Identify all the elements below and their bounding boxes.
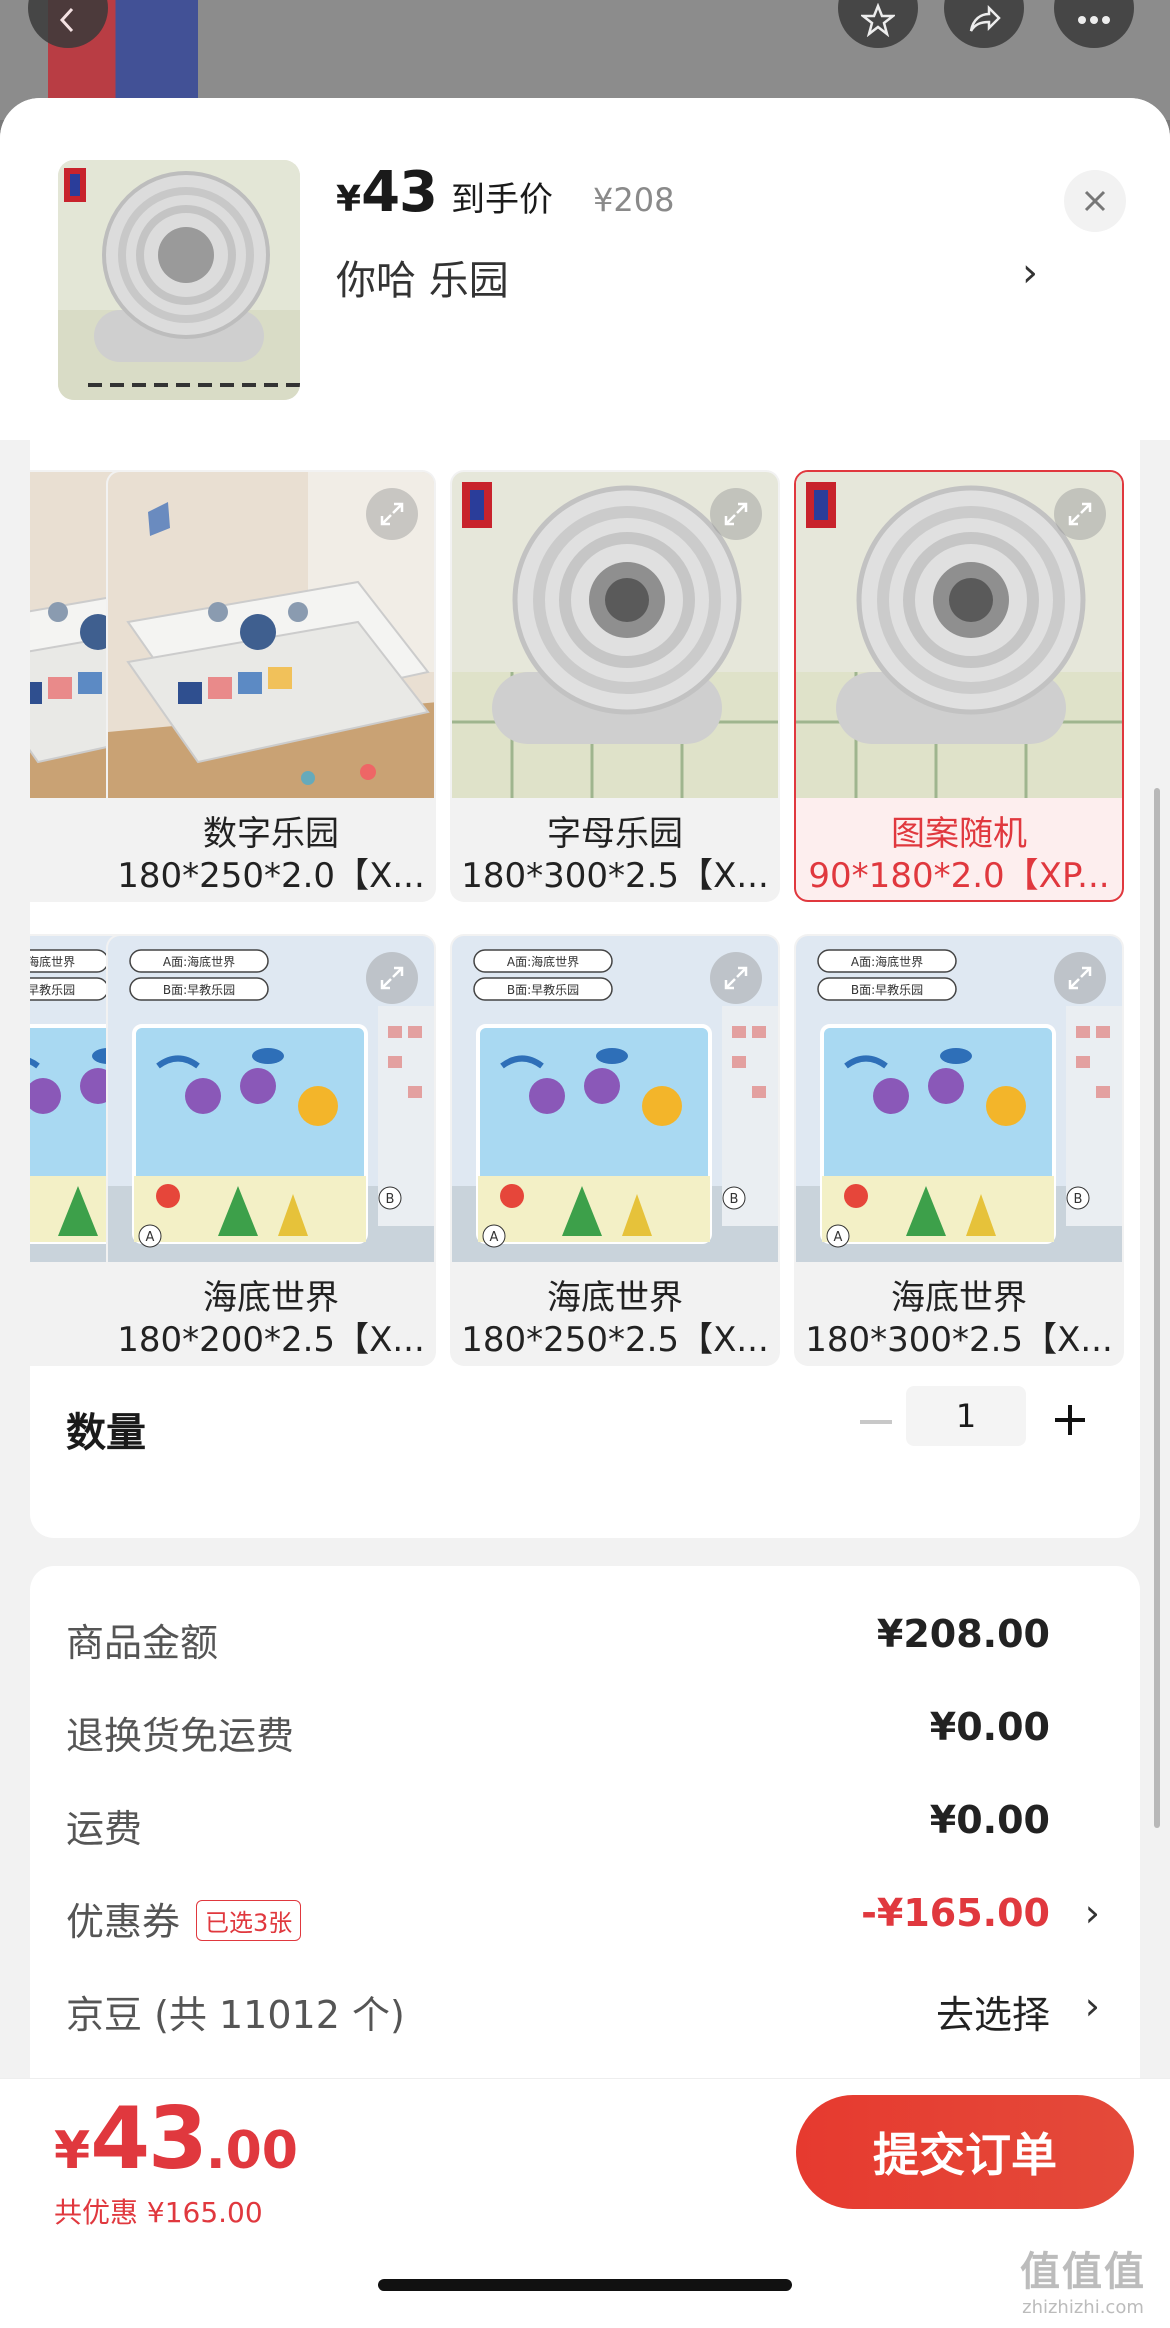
more-icon[interactable] xyxy=(1054,0,1134,48)
shipping-fee-value: ¥0.00 xyxy=(929,1798,1050,1842)
expand-icon[interactable] xyxy=(1054,952,1106,1004)
expand-icon[interactable] xyxy=(366,488,418,540)
total-decimal: .00 xyxy=(205,2121,298,2181)
close-button[interactable] xyxy=(1064,170,1126,232)
svg-text:A面:海底世界: A面:海底世界 xyxy=(507,954,579,969)
minus-icon xyxy=(860,1420,892,1424)
quantity-label: 数量 xyxy=(66,1410,146,1456)
expand-icon[interactable] xyxy=(710,952,762,1004)
final-price: 43 xyxy=(361,160,438,225)
watermark: 值值值 zhizhizhi.com xyxy=(1020,2239,1146,2318)
expand-icon[interactable] xyxy=(1054,488,1106,540)
plus-icon xyxy=(1055,1405,1085,1435)
chevron-right-icon: › xyxy=(1084,1891,1100,1935)
svg-text:B面:早教乐园: B面:早教乐园 xyxy=(851,982,923,997)
checkout-bar: ¥43.00 共优惠 ¥165.00 提交订单 值值值 zhizhizhi.co… xyxy=(0,2078,1170,2328)
shipping-fee-label: 运费 xyxy=(66,1807,143,1851)
expand-icon[interactable] xyxy=(710,488,762,540)
svg-text:A: A xyxy=(146,1230,155,1245)
quantity-input[interactable]: 1 xyxy=(906,1386,1026,1446)
svg-text:A面:海底世界: A面:海底世界 xyxy=(30,954,75,969)
jd-beans-row[interactable]: 京豆 (共 11012 个) 去选择 › xyxy=(66,1978,1140,2038)
submit-order-button[interactable]: 提交订单 xyxy=(796,2095,1134,2209)
return-shipping-value: ¥0.00 xyxy=(929,1705,1050,1749)
share-icon[interactable] xyxy=(944,0,1024,48)
chevron-right-icon: › xyxy=(1084,1984,1100,2028)
variant-spec: 180*300*2.5【X... xyxy=(461,856,769,896)
expand-icon[interactable] xyxy=(366,952,418,1004)
quantity-decrease-button[interactable] xyxy=(846,1392,906,1452)
variant-tile[interactable]: 字母乐园 180*300*2.5【X... xyxy=(450,470,780,902)
original-price: ¥208 xyxy=(593,181,675,219)
coupon-count-badge: 已选3张 xyxy=(196,1900,302,1941)
shipping-fee-row: 运费 ¥0.00 xyxy=(66,1792,1140,1852)
svg-text:B面:早教乐园: B面:早教乐园 xyxy=(507,982,579,997)
variant-tile-selected[interactable]: 图案随机 90*180*2.0【XP... xyxy=(794,470,1124,902)
variant-spec: 90*180*2.0【XP... xyxy=(808,856,1110,896)
coupon-discount-value: -¥165.00 xyxy=(861,1891,1050,1935)
goods-amount-label: 商品金额 xyxy=(66,1621,219,1665)
svg-text:A面:海底世界: A面:海底世界 xyxy=(163,954,235,969)
svg-text:A面:海底世界: A面:海底世界 xyxy=(851,954,923,969)
variant-tile[interactable]: A面:海底世界 B面:早教乐园 A B 海底世界 180*200*2.5【X... xyxy=(106,934,436,1366)
watermark-url: zhizhizhi.com xyxy=(1022,2297,1144,2318)
total-price: ¥43.00 xyxy=(54,2089,298,2189)
variant-spec: 180*200*2.5【X... xyxy=(117,1320,425,1360)
coupon-label-group: 优惠券 已选3张 xyxy=(66,1891,302,1946)
scrollbar[interactable] xyxy=(1154,788,1160,1828)
coupon-label: 优惠券 xyxy=(66,1900,181,1944)
selected-product-thumbnail[interactable] xyxy=(58,160,300,400)
close-icon xyxy=(1084,190,1106,212)
return-shipping-label: 退换货免运费 xyxy=(66,1714,295,1758)
watermark-logo-text: 值值值 xyxy=(1020,2249,1146,2295)
total-discount: 共优惠 ¥165.00 xyxy=(54,2196,263,2229)
quantity-increase-button[interactable] xyxy=(1040,1390,1100,1450)
total-currency: ¥ xyxy=(54,2121,91,2181)
total-integer: 43 xyxy=(90,2089,208,2189)
coupon-row[interactable]: 优惠券 已选3张 -¥165.00 › xyxy=(66,1885,1140,1945)
sku-selector-sheet: ¥ 43 到手价 ¥208 你哈 乐园 › X...数字乐园180*250*2.… xyxy=(0,98,1170,2328)
variant-spec: 180*250*2.5【X... xyxy=(461,1320,769,1360)
variant-tile[interactable]: 数字乐园 180*250*2.0【X... xyxy=(106,470,436,902)
svg-text:B面:早教乐园: B面:早教乐园 xyxy=(163,982,235,997)
svg-text:B面:早教乐园: B面:早教乐园 xyxy=(30,982,75,997)
jd-beans-select: 去选择 xyxy=(935,1993,1050,2037)
price-currency: ¥ xyxy=(336,179,362,220)
selected-variant-name[interactable]: 你哈 乐园 xyxy=(336,248,509,306)
variant-grid: X...数字乐园180*250*2.0【X...字母乐园180*300*2.5【… xyxy=(30,440,1140,1538)
svg-text:B: B xyxy=(730,1192,739,1207)
chevron-right-icon[interactable]: › xyxy=(1022,250,1038,296)
jd-beans-label: 京豆 (共 11012 个) xyxy=(66,1993,405,2037)
variant-tile[interactable]: A面:海底世界 B面:早教乐园 A B 海底世界 180*250*2.5【X... xyxy=(450,934,780,1366)
sheet-header: ¥ 43 到手价 ¥208 你哈 乐园 › xyxy=(0,98,1170,440)
svg-text:A: A xyxy=(490,1230,499,1245)
favorite-icon[interactable] xyxy=(838,0,918,48)
svg-text:A: A xyxy=(834,1230,843,1245)
price-line: ¥ 43 到手价 ¥208 xyxy=(336,160,674,225)
variant-spec: 180*300*2.5【X... xyxy=(805,1320,1113,1360)
variant-spec: 180*250*2.0【X... xyxy=(117,856,425,896)
goods-amount-row: 商品金额 ¥208.00 xyxy=(66,1606,1140,1666)
home-indicator xyxy=(378,2279,792,2291)
goods-amount-value: ¥208.00 xyxy=(876,1612,1050,1656)
svg-text:B: B xyxy=(1074,1192,1083,1207)
final-price-tag: 到手价 xyxy=(451,180,553,220)
variant-tile[interactable]: A面:海底世界 B面:早教乐园 A B 海底世界 180*300*2.5【X... xyxy=(794,934,1124,1366)
return-shipping-row: 退换货免运费 ¥0.00 xyxy=(66,1699,1140,1759)
svg-text:B: B xyxy=(386,1192,395,1207)
